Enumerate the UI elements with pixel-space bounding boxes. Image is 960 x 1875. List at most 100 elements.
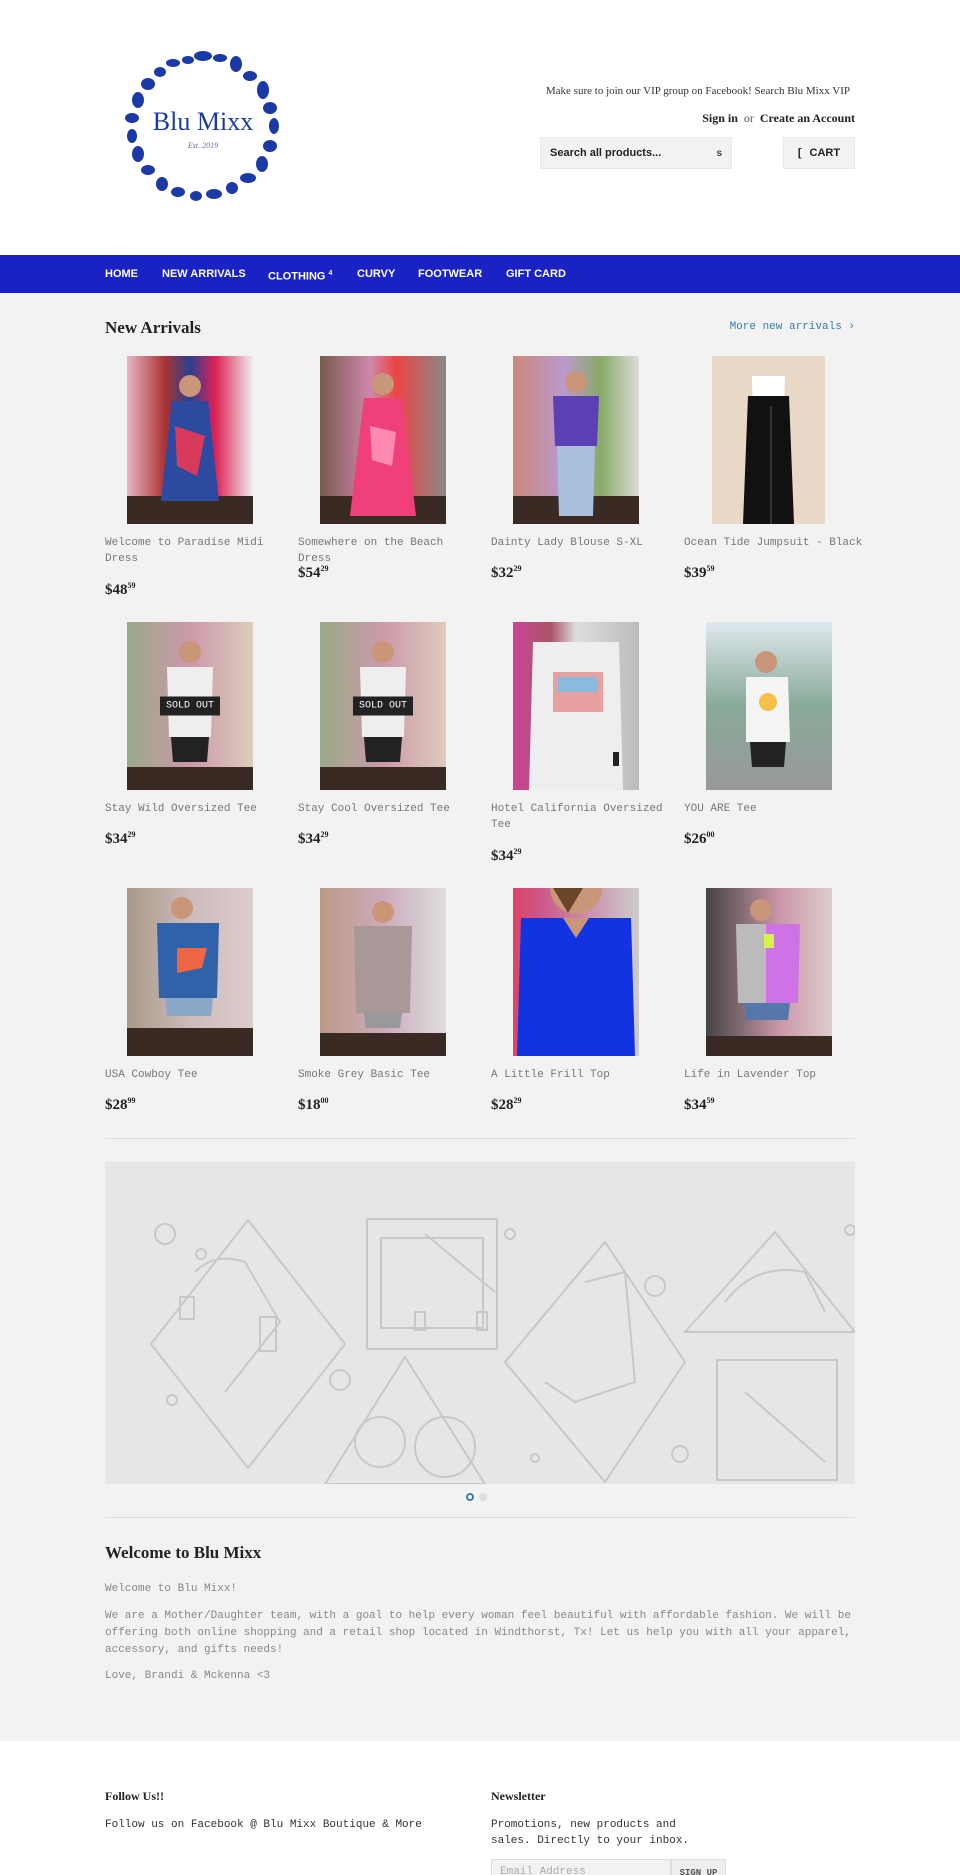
product-price: $2600	[684, 830, 715, 848]
price-dollars: $48	[105, 582, 128, 598]
product-name[interactable]: Hotel California Oversized Tee	[491, 801, 671, 833]
product-price: $2899	[105, 1096, 136, 1114]
slideshow-banner[interactable]	[105, 1162, 855, 1484]
email-field[interactable]: Email Address	[491, 1859, 671, 1875]
product-price: $5429	[298, 564, 329, 582]
product-image[interactable]	[513, 888, 639, 1056]
nav-gift-card[interactable]: GIFT CARD	[506, 255, 566, 293]
product-name[interactable]: Smoke Grey Basic Tee	[298, 1067, 478, 1083]
product-price: $3459	[684, 1096, 715, 1114]
price-cents: 29	[320, 564, 329, 573]
product-price: $2829	[491, 1096, 522, 1114]
follow-text: Follow us on Facebook @ Blu Mixx Boutiqu…	[105, 1819, 422, 1831]
main-nav: HOME NEW ARRIVALS CLOTHING 4 CURVY FOOTW…	[0, 255, 960, 293]
price-cents: 00	[320, 1096, 329, 1105]
product-image[interactable]	[712, 356, 825, 524]
price-cents: 59	[706, 1096, 715, 1105]
price-dollars: $32	[491, 565, 514, 581]
search-input[interactable]: Search all products... s	[540, 137, 732, 169]
new-arrivals-title: New Arrivals	[105, 318, 201, 337]
product-name[interactable]: Somewhere on the Beach Dress	[298, 535, 478, 567]
product-name[interactable]: Welcome to Paradise Midi Dress	[105, 535, 285, 567]
sold-out-badge: SOLD OUT	[352, 696, 414, 716]
product-name[interactable]: A Little Frill Top	[491, 1067, 671, 1083]
product-image[interactable]	[706, 888, 832, 1056]
price-dollars: $26	[684, 831, 707, 847]
slide-dot-1[interactable]	[466, 1493, 474, 1501]
section-divider	[105, 1138, 855, 1139]
welcome-signature: Love, Brandi & Mckenna <3	[105, 1670, 271, 1682]
price-dollars: $34	[684, 1097, 707, 1113]
section-divider	[105, 1517, 855, 1518]
slide-dot-2[interactable]	[479, 1493, 487, 1501]
product-price: $3429	[298, 830, 329, 848]
product-name[interactable]: Stay Cool Oversized Tee	[298, 801, 478, 817]
product-name[interactable]: Stay Wild Oversized Tee	[105, 801, 285, 817]
product-image[interactable]	[320, 888, 446, 1056]
more-new-arrivals-link[interactable]: More new arrivals ›	[730, 321, 855, 333]
brand-logo[interactable]: Blu Mixx Est. 2019	[118, 48, 288, 206]
price-cents: 59	[127, 581, 136, 590]
product-image[interactable]	[513, 622, 639, 790]
or-text: or	[743, 111, 754, 125]
nav-curvy[interactable]: CURVY	[357, 255, 395, 293]
product-price: $4859	[105, 581, 136, 599]
product-name[interactable]: Life in Lavender Top	[684, 1067, 864, 1083]
logo-est: Est. 2019	[187, 141, 218, 150]
newsletter-title: Newsletter	[491, 1789, 546, 1803]
cart-label: CART	[809, 147, 841, 159]
price-cents: 29	[513, 564, 522, 573]
sign-in-link[interactable]: Sign in	[702, 111, 738, 125]
site-header: Blu Mixx Est. 2019 Make sure to join our…	[0, 0, 960, 255]
nav-footwear[interactable]: FOOTWEAR	[418, 255, 482, 293]
product-image[interactable]	[513, 356, 639, 524]
price-dollars: $18	[298, 1097, 321, 1113]
site-footer: Follow Us!! Follow us on Facebook @ Blu …	[0, 1741, 960, 1875]
product-image[interactable]	[320, 356, 446, 524]
nav-clothing[interactable]: CLOTHING 4	[268, 255, 332, 296]
product-image[interactable]	[127, 888, 253, 1056]
price-cents: 99	[127, 1096, 136, 1105]
price-dollars: $54	[298, 565, 321, 581]
price-dollars: $34	[105, 831, 128, 847]
welcome-paragraph: We are a Mother/Daughter team, with a go…	[105, 1610, 851, 1656]
product-name[interactable]: YOU ARE Tee	[684, 801, 864, 817]
product-name[interactable]: USA Cowboy Tee	[105, 1067, 285, 1083]
product-image[interactable]: SOLD OUT	[320, 622, 446, 790]
price-cents: 29	[320, 830, 329, 839]
product-image[interactable]	[127, 356, 253, 524]
create-account-link[interactable]: Create an Account	[760, 111, 855, 125]
welcome-paragraph: Welcome to Blu Mixx!	[105, 1583, 238, 1595]
price-dollars: $34	[491, 848, 514, 864]
logo-wordmark: Blu Mixx	[153, 107, 253, 136]
search-icon[interactable]: s	[716, 148, 722, 159]
product-price: $3429	[491, 847, 522, 865]
cart-button[interactable]: [ CART	[783, 137, 855, 169]
cart-icon: [	[797, 147, 802, 159]
follow-title: Follow Us!!	[105, 1789, 164, 1803]
welcome-title: Welcome to Blu Mixx	[105, 1543, 262, 1562]
product-image[interactable]: SOLD OUT	[127, 622, 253, 790]
price-cents: 29	[513, 847, 522, 856]
sold-out-badge: SOLD OUT	[159, 696, 221, 716]
search-placeholder: Search all products...	[550, 147, 662, 159]
product-name[interactable]: Dainty Lady Blouse S-XL	[491, 535, 671, 551]
nav-home[interactable]: HOME	[105, 255, 138, 293]
slideshow-dots	[466, 1493, 487, 1501]
product-price: $3229	[491, 564, 522, 582]
price-dollars: $28	[491, 1097, 514, 1113]
price-cents: 29	[127, 830, 136, 839]
account-links: Sign in or Create an Account	[702, 111, 855, 126]
product-name[interactable]: Ocean Tide Jumpsuit - Black	[684, 535, 864, 551]
nav-clothing-label: CLOTHING	[268, 270, 326, 283]
price-dollars: $39	[684, 565, 707, 581]
product-price: $3959	[684, 564, 715, 582]
product-price: $3429	[105, 830, 136, 848]
nav-new-arrivals[interactable]: NEW ARRIVALS	[162, 255, 246, 293]
price-cents: 29	[513, 1096, 522, 1105]
price-cents: 59	[706, 564, 715, 573]
price-cents: 00	[706, 830, 715, 839]
price-dollars: $34	[298, 831, 321, 847]
product-image[interactable]	[706, 622, 832, 790]
sign-up-button[interactable]: SIGN UP	[671, 1859, 726, 1875]
